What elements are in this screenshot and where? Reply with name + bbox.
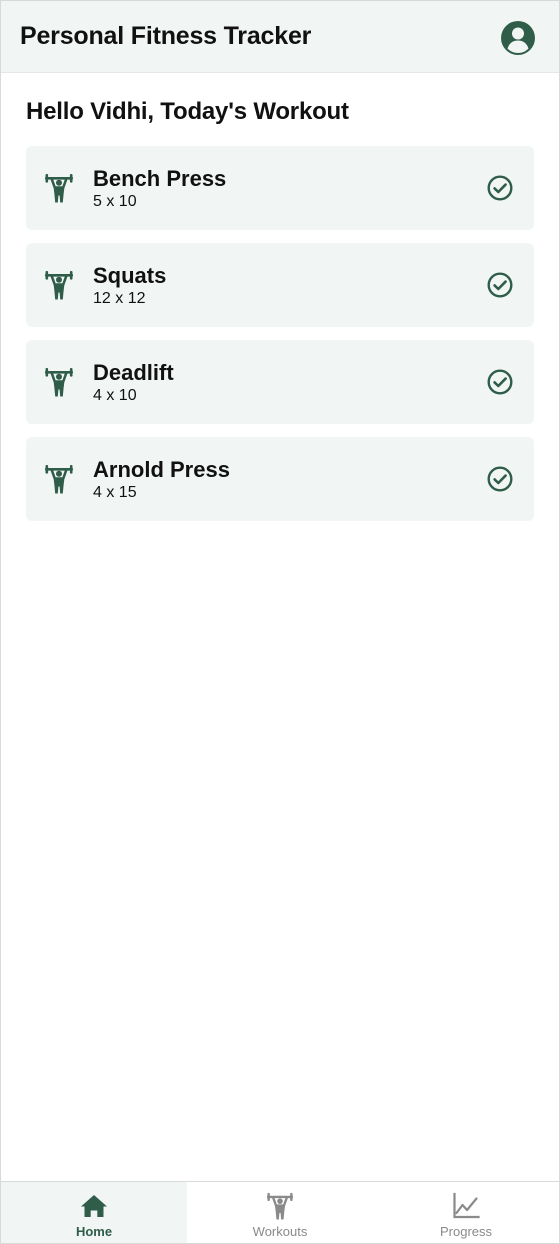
weightlifter-icon <box>266 1192 294 1220</box>
nav-tab-home[interactable]: Home <box>1 1182 187 1243</box>
exercise-name: Deadlift <box>93 360 174 385</box>
line-chart-icon <box>453 1192 480 1219</box>
user-circle-icon <box>501 21 535 55</box>
bottom-navigation: Home Workouts Progress <box>1 1181 559 1243</box>
page-greeting: Hello Vidhi, Today's Workout <box>26 98 349 125</box>
nav-label-home: Home <box>75 1224 113 1239</box>
weightlifter-icon <box>45 465 73 494</box>
exercise-sets: 4 x 10 <box>93 387 137 404</box>
nav-tab-workouts[interactable]: Workouts <box>187 1182 373 1243</box>
check-circle-icon[interactable] <box>487 369 513 395</box>
weightlifter-icon <box>45 271 73 300</box>
nav-label-workouts: Workouts <box>252 1224 308 1239</box>
weightlifter-icon <box>45 368 73 397</box>
workout-list: Bench Press 5 x 10 Squats 12 x 12 Deadli… <box>26 146 534 534</box>
workout-card[interactable]: Arnold Press 4 x 15 <box>26 437 534 521</box>
workout-card[interactable]: Bench Press 5 x 10 <box>26 146 534 230</box>
app-window: Personal Fitness Tracker Hello Vidhi, To… <box>0 0 560 1244</box>
exercise-sets: 4 x 15 <box>93 484 137 501</box>
home-icon <box>81 1195 107 1217</box>
check-circle-icon[interactable] <box>487 272 513 298</box>
exercise-name: Bench Press <box>93 166 227 191</box>
workout-card[interactable]: Deadlift 4 x 10 <box>26 340 534 424</box>
check-circle-icon[interactable] <box>487 466 513 492</box>
check-circle-icon[interactable] <box>487 175 513 201</box>
weightlifter-icon <box>45 174 73 203</box>
app-title: Personal Fitness Tracker <box>20 22 312 50</box>
profile-button[interactable] <box>500 20 536 56</box>
exercise-name: Squats <box>93 263 167 288</box>
nav-tab-progress[interactable]: Progress <box>373 1182 559 1243</box>
exercise-name: Arnold Press <box>93 457 230 482</box>
workout-card[interactable]: Squats 12 x 12 <box>26 243 534 327</box>
exercise-sets: 5 x 10 <box>93 193 137 210</box>
nav-label-progress: Progress <box>439 1224 493 1239</box>
exercise-sets: 12 x 12 <box>93 290 146 307</box>
top-app-bar: Personal Fitness Tracker <box>1 1 559 73</box>
